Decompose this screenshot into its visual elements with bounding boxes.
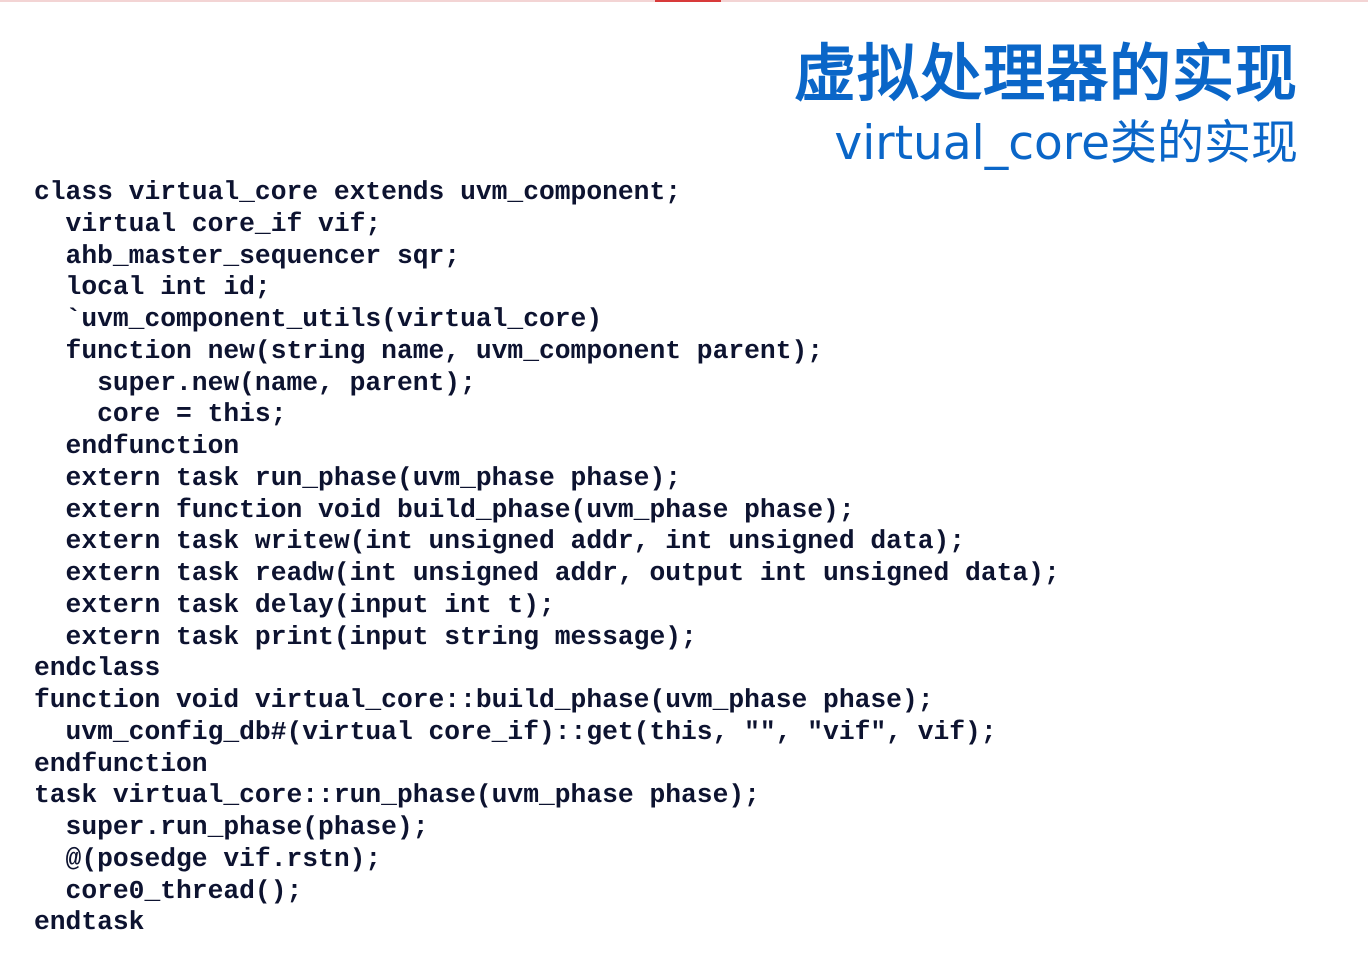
code-line: ahb_master_sequencer sqr; [34, 240, 461, 271]
code-line: task virtual_core::run_phase(uvm_phase p… [34, 780, 760, 811]
code-line: endclass [34, 653, 161, 684]
top-accent-mark [655, 0, 721, 2]
code-line: extern task readw(int unsigned addr, out… [34, 558, 1060, 588]
code-line: core = this; [34, 399, 287, 430]
code-line: extern function void build_phase(uvm_pha… [34, 494, 855, 525]
code-line: extern task run_phase(uvm_phase phase); [34, 462, 682, 493]
code-line: function void virtual_core::build_phase(… [34, 685, 934, 715]
code-line: extern task delay(input int t); [34, 589, 555, 620]
code-listing: class virtual_core extends uvm_component… [34, 177, 1060, 939]
code-line: endfunction [34, 748, 208, 779]
slide-title: 虚拟处理器的实现 [793, 37, 1298, 110]
code-line: uvm_config_db#(virtual core_if)::get(thi… [34, 716, 997, 747]
code-line: super.run_phase(phase); [34, 812, 429, 842]
code-line: @(posedge vif.rstn); [34, 843, 382, 874]
code-line: endtask [34, 907, 145, 938]
code-line: core0_thread(); [34, 875, 303, 906]
code-line: `uvm_component_utils(virtual_core) [34, 304, 603, 334]
slide-subtitle: virtual_core类的实现 [834, 116, 1298, 171]
code-line: local int id; [34, 272, 271, 303]
code-line: class virtual_core extends uvm_component… [34, 177, 682, 207]
code-line: extern task writew(int unsigned addr, in… [34, 526, 966, 557]
code-line: super.new(name, parent); [34, 367, 476, 398]
code-line: endfunction [34, 431, 240, 461]
code-line: virtual core_if vif; [34, 208, 382, 239]
code-line: extern task print(input string message); [34, 621, 697, 652]
slide-title-block: 虚拟处理器的实现 virtual_core类的实现 [794, 36, 1298, 174]
code-line: function new(string name, uvm_component … [34, 335, 824, 366]
